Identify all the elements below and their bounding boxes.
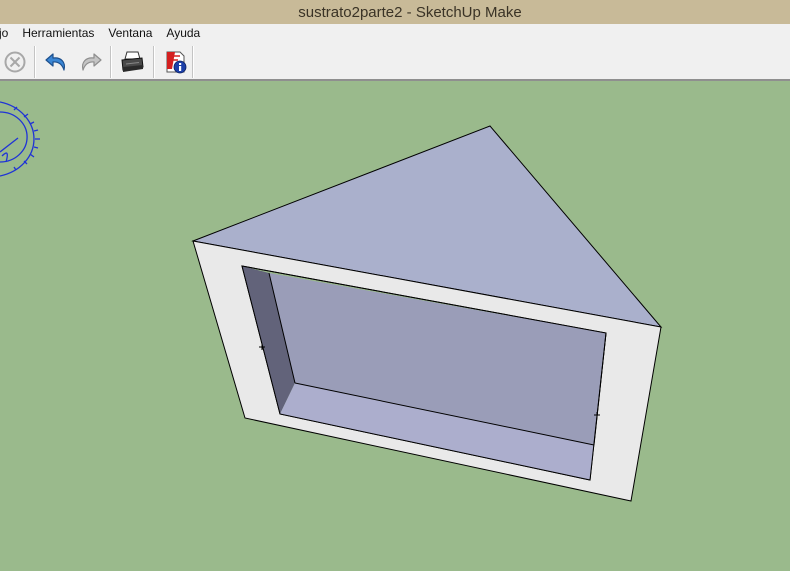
model-canvas (0, 101, 663, 502)
undo-button[interactable] (43, 48, 71, 76)
menu-herramientas[interactable]: Herramientas (15, 26, 101, 40)
menu-ayuda[interactable]: Ayuda (159, 26, 207, 40)
menu-bar: jo Herramientas Ventana Ayuda (0, 24, 790, 42)
toolbar (0, 42, 790, 81)
print-icon (121, 51, 144, 72)
redo-button[interactable] (76, 48, 104, 76)
title-bar: sustrato2parte2 - SketchUp Make (0, 0, 790, 24)
redo-icon (81, 53, 102, 71)
toolbar-separator (153, 46, 155, 78)
toolbar-separator (192, 46, 194, 78)
print-button[interactable] (118, 48, 146, 76)
cancel-icon (4, 51, 26, 73)
toolbar-separator (34, 46, 36, 78)
toolbar-separator (110, 46, 112, 78)
menu-ventana[interactable]: Ventana (101, 26, 159, 40)
menu-dibujo[interactable]: jo (0, 26, 15, 40)
drawing-area[interactable] (0, 81, 790, 571)
undo-icon (45, 53, 66, 71)
model-info-icon (166, 51, 187, 74)
cancel-button[interactable] (1, 48, 29, 76)
protractor-icon (0, 101, 40, 177)
window-title: sustrato2parte2 - SketchUp Make (298, 3, 522, 21)
model-info-button[interactable] (162, 48, 190, 76)
